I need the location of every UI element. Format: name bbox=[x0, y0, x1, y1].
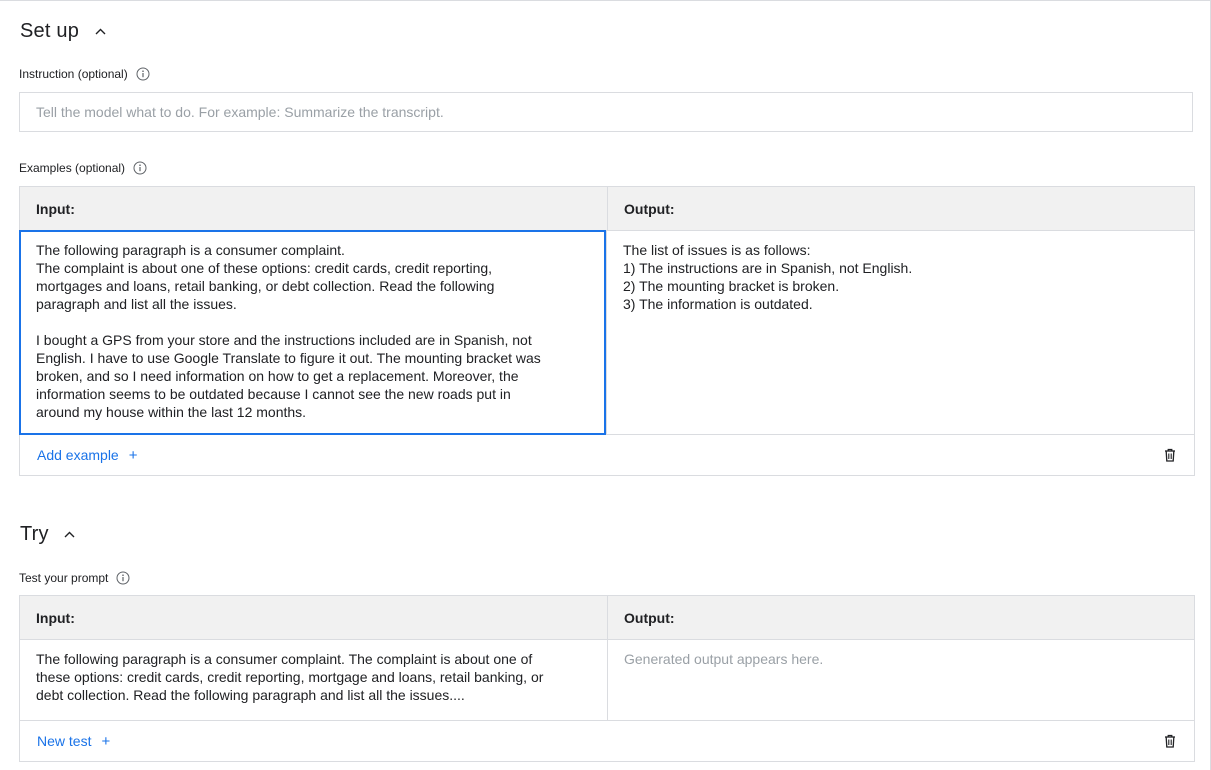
plus-icon: + bbox=[128, 446, 138, 464]
instruction-input[interactable] bbox=[19, 92, 1193, 132]
top-divider bbox=[0, 0, 1211, 1]
examples-table-header: Input: Output: bbox=[20, 187, 1194, 231]
test-output-cell: Generated output appears here. bbox=[607, 640, 1194, 720]
test-table-header: Input: Output: bbox=[20, 596, 1194, 640]
new-test-button[interactable]: New test + bbox=[37, 733, 110, 749]
examples-label: Examples (optional) bbox=[19, 161, 126, 175]
try-section-header: Try bbox=[20, 523, 77, 546]
test-prompt-label: Test your prompt bbox=[19, 571, 109, 585]
test-row: The following paragraph is a consumer co… bbox=[20, 640, 1194, 721]
examples-label-row: Examples (optional) bbox=[19, 161, 147, 175]
instruction-label-row: Instruction (optional) bbox=[19, 67, 150, 81]
example-input-cell[interactable]: The following paragraph is a consumer co… bbox=[19, 230, 606, 435]
example-output-cell[interactable]: The list of issues is as follows: 1) The… bbox=[606, 231, 1193, 434]
plus-icon: + bbox=[101, 732, 111, 750]
output-column-header: Output: bbox=[607, 596, 1194, 639]
examples-table: Input: Output: The following paragraph i… bbox=[19, 186, 1195, 476]
setup-title: Set up bbox=[20, 20, 80, 42]
chevron-up-icon[interactable] bbox=[63, 530, 77, 540]
test-input-cell[interactable]: The following paragraph is a consumer co… bbox=[20, 640, 607, 720]
test-table: Input: Output: The following paragraph i… bbox=[19, 595, 1195, 762]
info-icon[interactable] bbox=[133, 161, 147, 175]
add-example-label: Add example bbox=[37, 447, 119, 463]
test-prompt-label-row: Test your prompt bbox=[19, 571, 130, 585]
chevron-up-icon[interactable] bbox=[93, 27, 107, 37]
try-title: Try bbox=[20, 523, 49, 545]
trash-icon[interactable] bbox=[1162, 447, 1178, 463]
trash-icon[interactable] bbox=[1162, 733, 1178, 749]
input-column-header: Input: bbox=[36, 200, 75, 217]
new-test-label: New test bbox=[37, 733, 92, 749]
add-example-button[interactable]: Add example + bbox=[37, 447, 137, 463]
input-column-header: Input: bbox=[36, 609, 75, 626]
info-icon[interactable] bbox=[116, 571, 130, 585]
test-table-footer: New test + bbox=[20, 721, 1194, 761]
examples-table-footer: Add example + bbox=[20, 435, 1194, 475]
setup-section-header: Set up bbox=[20, 20, 107, 43]
info-icon[interactable] bbox=[136, 67, 150, 81]
instruction-label: Instruction (optional) bbox=[19, 67, 128, 81]
output-column-header: Output: bbox=[607, 187, 1194, 230]
example-row: The following paragraph is a consumer co… bbox=[19, 230, 1194, 435]
